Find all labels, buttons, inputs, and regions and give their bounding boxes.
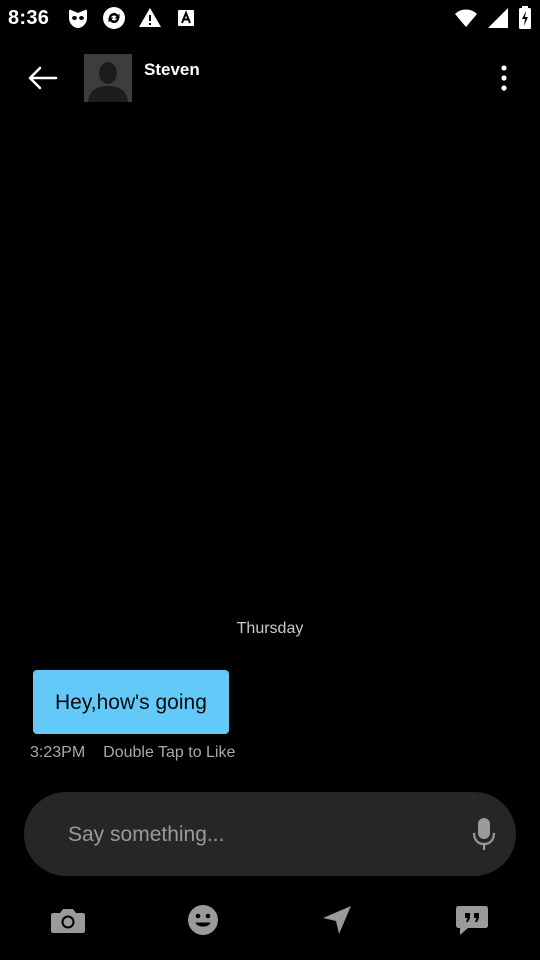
contact-name[interactable]: Steven [144, 60, 200, 80]
camera-icon [51, 909, 85, 933]
avatar[interactable] [84, 54, 132, 102]
camera-button[interactable] [48, 900, 88, 940]
message-meta: 3:23PM Double Tap to Like [30, 744, 235, 762]
battery-icon [518, 6, 532, 30]
message-time: 3:23PM [30, 744, 86, 761]
status-time: 8:36 [8, 7, 50, 29]
grindr-mask-icon [66, 6, 90, 30]
message-input[interactable] [66, 818, 450, 852]
message-text: Hey,how's going [33, 670, 229, 734]
font-a-icon [174, 6, 198, 30]
message-bubble[interactable]: Hey,how's going [22, 670, 229, 734]
chat-header: Steven [0, 46, 540, 110]
sync-icon [102, 6, 126, 30]
signal-icon [486, 6, 510, 30]
more-options-button[interactable] [488, 58, 520, 98]
warning-icon [138, 6, 162, 30]
chat-toolbar [0, 892, 540, 946]
day-separator: Thursday [236, 620, 304, 637]
voice-message-button[interactable] [468, 816, 500, 852]
default-profile-icon [84, 54, 132, 102]
send-location-button[interactable] [317, 900, 357, 940]
status-bar: 8:36 [0, 0, 540, 36]
emoji-button[interactable] [183, 900, 223, 940]
location-send-icon [323, 906, 351, 934]
microphone-icon [472, 818, 496, 850]
saved-phrases-icon [456, 906, 488, 935]
emoji-icon [188, 905, 218, 935]
wifi-icon [454, 6, 478, 30]
saved-phrases-button[interactable] [452, 900, 492, 940]
back-button[interactable] [22, 58, 62, 98]
chat-screen: 8:36 Steven Thursday Hey,how's going 3:2… [0, 0, 540, 960]
double-tap-hint: Double Tap to Like [103, 744, 236, 761]
more-vertical-icon [501, 65, 507, 91]
arrow-left-icon [28, 66, 58, 90]
message-composer [24, 792, 516, 876]
